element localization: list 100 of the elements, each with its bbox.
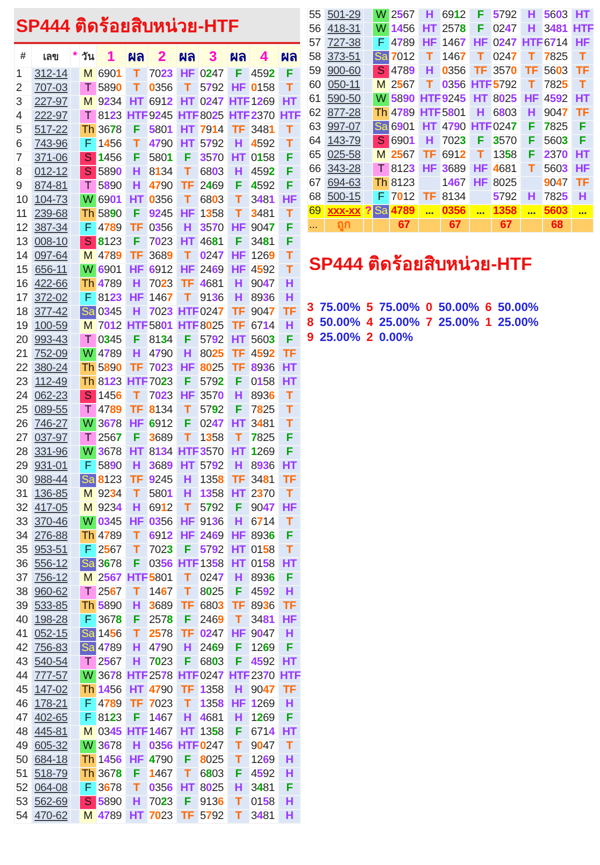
row-number: 21 <box>14 348 32 362</box>
pick-number: 1269 <box>250 698 278 712</box>
pick-number: 5792 <box>198 460 228 474</box>
pick-number: 9245 <box>440 92 470 106</box>
pick-number: 5792 <box>492 8 520 22</box>
row-number: 28 <box>14 446 32 460</box>
pick-number: 0345 <box>96 516 126 530</box>
footer-caption: ถูก <box>324 218 364 232</box>
row-number: 69 <box>308 204 324 218</box>
pick-number: 2567 <box>390 148 418 162</box>
pick-number: 6803 <box>492 106 520 120</box>
pick-number: 4592 <box>250 138 278 152</box>
result-code: F <box>470 8 492 22</box>
column-header: 4 <box>250 44 278 68</box>
pick-number: 7023 <box>148 306 176 320</box>
row-number: 57 <box>308 36 324 50</box>
pick-number: 0247 <box>198 740 228 754</box>
pick-number: 2370 <box>250 670 278 684</box>
pick-number: 1358 <box>198 474 228 488</box>
pick-number: 4790 <box>148 754 176 768</box>
pick-number: 5792 <box>492 190 520 204</box>
row-number: 58 <box>308 50 324 64</box>
pick-number: 9136 <box>198 516 228 530</box>
row-number: 61 <box>308 92 324 106</box>
pick-number: 1467 <box>440 50 470 64</box>
pick-number: 3481 <box>250 614 278 628</box>
column-header: ผล <box>278 44 300 68</box>
pick-number: 6901 <box>96 68 126 82</box>
pick-number: 0247 <box>198 96 228 110</box>
pick-number: 2370 <box>542 148 572 162</box>
pick-number: 8123 <box>390 162 418 176</box>
pick-number: 2578 <box>148 670 176 684</box>
pick-number: 4681 <box>492 162 520 176</box>
pick-number: 3481 <box>250 418 278 432</box>
pick-number: 5603 <box>542 162 572 176</box>
pick-number: 9047 <box>250 628 278 642</box>
pick-number: 6803 <box>198 194 228 208</box>
row-number: 64 <box>308 134 324 148</box>
pick-number: 6803 <box>198 166 228 180</box>
pick-number: 2567 <box>96 656 126 670</box>
row-number: 34 <box>14 530 32 544</box>
pick-number: 9047 <box>250 278 278 292</box>
stat-digit: 5 <box>366 300 374 315</box>
pick-number: 0356 <box>440 64 470 78</box>
pick-number: 8123 <box>96 292 126 306</box>
pick-number: 5792 <box>198 138 228 152</box>
pick-number: 7023 <box>148 376 176 390</box>
stat-digit: 9 <box>307 330 314 345</box>
pick-number: 2370 <box>250 488 278 502</box>
row-number: 2 <box>14 82 32 96</box>
pick-number: 8936 <box>250 390 278 404</box>
pick-number: 1358 <box>198 684 228 698</box>
pick-number: 9136 <box>198 292 228 306</box>
pick-number: 1358 <box>198 698 228 712</box>
pick-number: 0247 <box>198 250 228 264</box>
pick-number: 7023 <box>148 362 176 376</box>
pick-number: 1467 <box>148 712 176 726</box>
pick-number: 8025 <box>198 348 228 362</box>
pick-number: 6901 <box>390 120 418 134</box>
pick-number: 7825 <box>250 432 278 446</box>
pick-number: 7012 <box>96 320 126 334</box>
pick-number: 7825 <box>250 404 278 418</box>
pick-number: 1456 <box>96 152 126 166</box>
pick-number: 8025 <box>198 754 228 768</box>
row-number: 13 <box>14 236 32 250</box>
row-number: 29 <box>14 460 32 474</box>
pick-number: 0247 <box>198 628 228 642</box>
page-title: SP444 ติดร้อยสิบหน่วย-HTF <box>14 8 300 44</box>
row-number: 26 <box>14 418 32 432</box>
stat-digit: 4 <box>366 315 374 330</box>
row-number: 10 <box>14 194 32 208</box>
stat-percent: 25.00% <box>320 330 360 345</box>
pick-number: 4592 <box>250 68 278 82</box>
pick-number: 9047 <box>250 502 278 516</box>
pick-number: 8936 <box>250 600 278 614</box>
pick-number: 3689 <box>440 162 470 176</box>
pick-number: 7023 <box>440 134 470 148</box>
hit-count: 68 <box>542 218 572 232</box>
pick-number: 4592 <box>250 768 278 782</box>
pick-number: 5801 <box>148 488 176 502</box>
pick-number: 0158 <box>250 796 278 810</box>
pick-number: 1467 <box>148 726 176 740</box>
pick-number: 8123 <box>96 236 126 250</box>
pick-number: 2578 <box>440 22 470 36</box>
hit-count: 67 <box>492 218 520 232</box>
pick-number: 1456 <box>96 684 126 698</box>
pick-number: 7825 <box>542 50 572 64</box>
hit-count: 67 <box>390 218 418 232</box>
pick-number: 0356 <box>148 516 176 530</box>
row-number: 4 <box>14 110 32 124</box>
pick-number: 8025 <box>492 92 520 106</box>
pick-number: 1467 <box>148 768 176 782</box>
pick-number: 1269 <box>250 712 278 726</box>
pick-number: 0356 <box>440 204 470 218</box>
pick-number: 6912 <box>440 148 470 162</box>
stat-percent: 75.00% <box>320 300 360 315</box>
pick-number: 1358 <box>492 204 520 218</box>
row-number: 53 <box>14 796 32 810</box>
column-header: วัน <box>80 44 96 68</box>
pick-number: 7023 <box>148 796 176 810</box>
